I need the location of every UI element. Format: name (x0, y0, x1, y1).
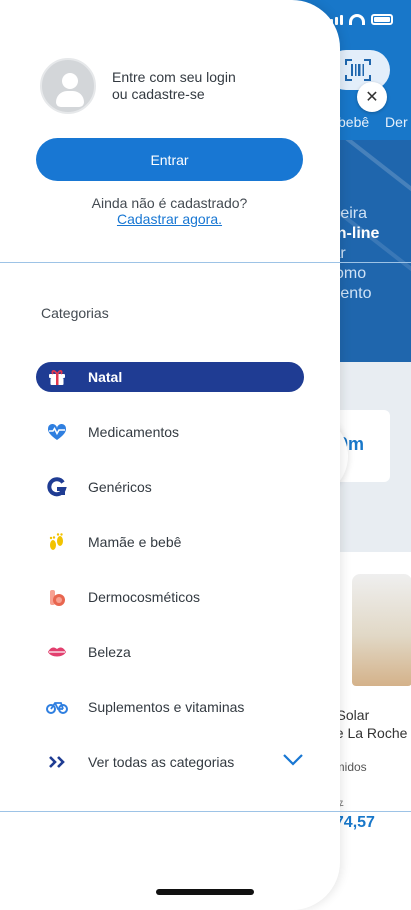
divider (0, 262, 411, 263)
category-label: Dermocosméticos (88, 589, 201, 605)
background-category-tab[interactable]: bebê (338, 114, 369, 130)
categories-title: Categorias (41, 305, 109, 321)
close-drawer-button[interactable]: ✕ (357, 82, 387, 112)
double-chevron-icon (42, 755, 72, 769)
signup-link[interactable]: Cadastrar agora. (117, 211, 222, 227)
background-category-tab[interactable]: Der (385, 114, 408, 130)
login-prompt-line2: ou cadastre-se (112, 86, 205, 102)
category-item-dermocosmeticos[interactable]: Dermocosméticos (36, 582, 304, 612)
category-item-mamae-bebe[interactable]: Mamãe e bebê (36, 527, 304, 557)
category-list: Natal Medicamentos Genéricos Mamãe e beb… (36, 362, 304, 802)
signup-section: Ainda não é cadastrado? Cadastrar agora. (36, 195, 303, 227)
category-label: Beleza (88, 644, 131, 660)
avatar (40, 58, 96, 114)
generic-g-icon (42, 477, 72, 497)
wifi-icon (349, 14, 365, 25)
signup-question: Ainda não é cadastrado? (91, 195, 248, 211)
profile-section[interactable]: Entre com seu login ou cadastre-se (40, 58, 236, 114)
category-label: Ver todas as categorias (88, 754, 235, 770)
baby-feet-icon (42, 532, 72, 552)
home-indicator (156, 889, 254, 895)
category-label: Suplementos e vitaminas (88, 699, 245, 715)
category-label: Medicamentos (88, 424, 180, 440)
category-item-suplementos[interactable]: Suplementos e vitaminas (36, 692, 304, 722)
category-item-ver-todas[interactable]: Ver todas as categorias (36, 747, 304, 777)
status-bar (325, 14, 393, 25)
lips-icon (42, 645, 72, 659)
chevron-down-icon[interactable] (282, 753, 304, 772)
category-label: Genéricos (88, 479, 152, 495)
category-item-genericos[interactable]: Genéricos (36, 472, 304, 502)
close-icon: ✕ (365, 89, 379, 106)
category-item-beleza[interactable]: Beleza (36, 637, 304, 667)
login-prompt-line1: Entre com seu login (112, 69, 236, 85)
battery-icon (371, 14, 393, 25)
category-label: Natal (88, 369, 123, 385)
cosmetics-icon (42, 587, 72, 607)
background-category-tabs: bebê Der (338, 114, 411, 130)
category-item-natal[interactable]: Natal (36, 362, 304, 392)
navigation-drawer: Entre com seu login ou cadastre-se Entra… (0, 0, 340, 910)
bicycle-icon (42, 700, 72, 714)
gift-icon (42, 368, 72, 386)
divider (0, 811, 411, 812)
login-prompt: Entre com seu login ou cadastre-se (112, 69, 236, 103)
login-button[interactable]: Entrar (36, 138, 303, 181)
heart-pulse-icon (42, 423, 72, 441)
product-image (352, 574, 411, 686)
category-label: Mamãe e bebê (88, 534, 182, 550)
barcode-scan-icon (345, 59, 371, 81)
category-item-medicamentos[interactable]: Medicamentos (36, 417, 304, 447)
